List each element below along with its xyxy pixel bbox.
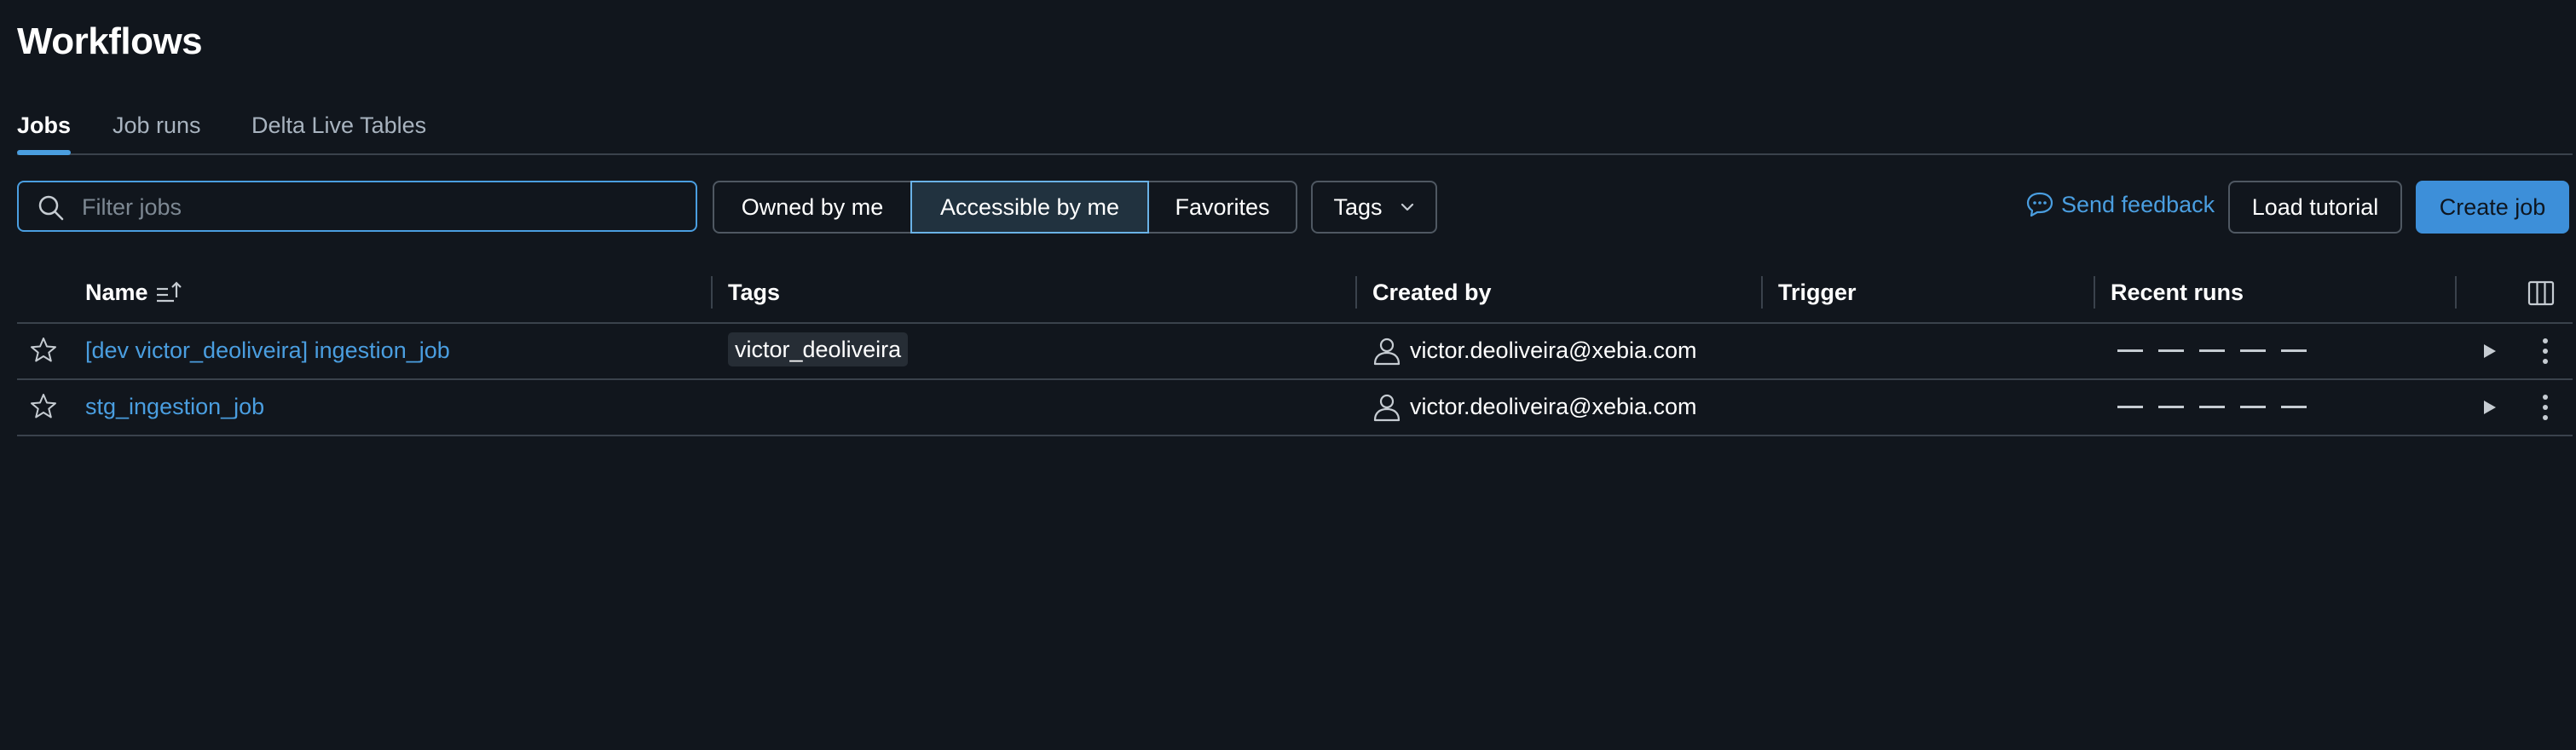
column-divider[interactable] <box>2094 276 2095 309</box>
column-header-name[interactable]: Name <box>85 280 184 306</box>
column-divider[interactable] <box>2455 276 2457 309</box>
column-divider[interactable] <box>1355 276 1357 309</box>
table-row[interactable]: [dev victor_deoliveira] ingestion_job vi… <box>17 324 2573 380</box>
tags-dropdown-label: Tags <box>1333 193 1383 220</box>
column-divider[interactable] <box>711 276 713 309</box>
tab-delta-live-tables[interactable]: Delta Live Tables <box>251 112 426 152</box>
play-icon[interactable] <box>2481 399 2498 416</box>
jobs-table: Name Tags Created by Trigger Recent runs <box>17 264 2573 436</box>
search-box[interactable] <box>17 181 697 232</box>
column-divider[interactable] <box>1761 276 1763 309</box>
column-header-trigger[interactable]: Trigger <box>1778 280 1857 306</box>
search-icon <box>38 195 64 221</box>
run-placeholder <box>2117 406 2143 408</box>
run-placeholder <box>2240 406 2266 408</box>
tags-dropdown[interactable]: Tags <box>1311 181 1437 234</box>
column-header-name-label: Name <box>85 280 148 305</box>
kebab-menu-icon[interactable] <box>2540 394 2550 421</box>
speech-bubble-icon <box>2026 192 2053 217</box>
run-placeholder <box>2117 349 2143 352</box>
send-feedback-button[interactable]: Send feedback <box>2025 191 2215 218</box>
table-row[interactable]: stg_ingestion_job victor.deoliveira@xebi… <box>17 380 2573 436</box>
columns-icon[interactable] <box>2527 280 2556 307</box>
tab-job-runs[interactable]: Job runs <box>113 112 201 152</box>
recent-runs <box>2117 349 2307 352</box>
user-icon <box>1373 394 1401 422</box>
create-job-button[interactable]: Create job <box>2416 181 2569 234</box>
play-icon[interactable] <box>2481 343 2498 360</box>
column-header-tags[interactable]: Tags <box>728 280 780 306</box>
page-title: Workflows <box>17 20 203 62</box>
run-placeholder <box>2158 406 2184 408</box>
column-header-created-by[interactable]: Created by <box>1372 280 1492 306</box>
sort-ascending-icon[interactable] <box>155 280 184 306</box>
send-feedback-label: Send feedback <box>2061 191 2215 217</box>
created-by-value: victor.deoliveira@xebia.com <box>1410 338 1697 363</box>
filter-accessible-by-me[interactable]: Accessible by me <box>910 181 1149 234</box>
kebab-menu-icon[interactable] <box>2540 338 2550 365</box>
tab-jobs[interactable]: Jobs <box>17 112 72 155</box>
load-tutorial-button[interactable]: Load tutorial <box>2228 181 2402 234</box>
run-placeholder <box>2158 349 2184 352</box>
job-name-link[interactable]: stg_ingestion_job <box>85 394 264 420</box>
tab-bar: Jobs Job runs Delta Live Tables <box>17 109 2573 155</box>
search-input[interactable] <box>80 189 680 225</box>
run-placeholder <box>2240 349 2266 352</box>
created-by-value: victor.deoliveira@xebia.com <box>1410 394 1697 419</box>
table-header: Name Tags Created by Trigger Recent runs <box>17 264 2573 324</box>
column-header-recent-runs[interactable]: Recent runs <box>2111 280 2244 306</box>
chevron-down-icon <box>1401 203 1413 211</box>
run-placeholder <box>2199 349 2225 352</box>
filter-owned-by-me[interactable]: Owned by me <box>713 181 912 234</box>
run-placeholder <box>2281 406 2307 408</box>
star-outline-icon[interactable] <box>29 392 58 421</box>
recent-runs <box>2117 406 2307 408</box>
filter-favorites[interactable]: Favorites <box>1147 181 1297 234</box>
star-outline-icon[interactable] <box>29 336 58 365</box>
job-name-link[interactable]: [dev victor_deoliveira] ingestion_job <box>85 338 450 364</box>
user-icon <box>1373 338 1401 366</box>
run-placeholder <box>2281 349 2307 352</box>
tag-chip: victor_deoliveira <box>728 332 909 366</box>
run-placeholder <box>2199 406 2225 408</box>
